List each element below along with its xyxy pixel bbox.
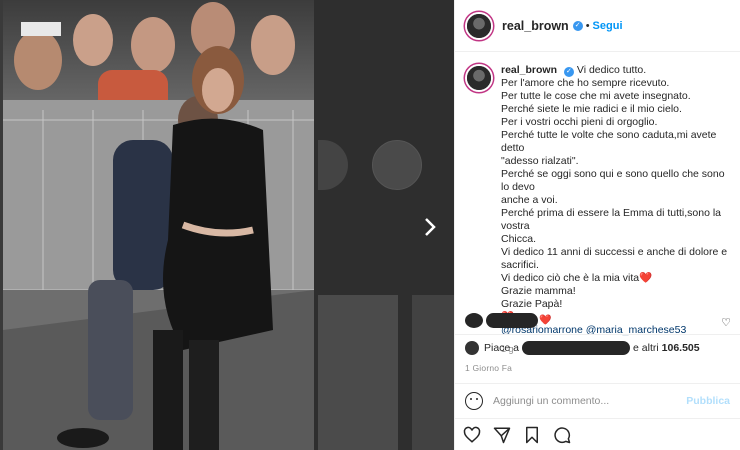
caption-line: Per i vostri occhi pieni di orgoglio.	[501, 116, 658, 128]
post-header: real_brown ✓ • Segui	[455, 0, 740, 52]
chevron-right-icon[interactable]	[420, 215, 440, 239]
header-username[interactable]: real_brown	[502, 19, 569, 33]
caption-line: Vi dedico ciò che è la mia vita	[501, 272, 640, 284]
avatar[interactable]	[465, 64, 493, 92]
follow-button[interactable]: Segui	[593, 20, 623, 32]
background-thumbnail	[412, 295, 454, 450]
likes-suffix: e altri	[633, 342, 659, 354]
caption-line: Chicca.	[501, 233, 537, 245]
post-panel: real_brown ✓ • Segui real_brown ✓ Vi ded…	[454, 0, 740, 450]
caption-line: Perché prima di essere la Emma di tutti,…	[501, 207, 722, 232]
like-comment-icon[interactable]: ♡	[721, 316, 731, 329]
share-icon[interactable]	[493, 426, 511, 444]
avatar	[465, 341, 479, 355]
caption-line: Per tutte le cose che mi avete insegnato…	[501, 90, 691, 102]
caption-line: Vi dedico 11 anni di successi e anche di…	[501, 246, 728, 271]
separator-dot: •	[585, 19, 590, 32]
comment-input[interactable]	[493, 394, 687, 407]
comment-box: Pubblica	[455, 383, 740, 417]
caption-line: Perché siete le mie radici e il mio ciel…	[501, 103, 682, 115]
bookmark-icon[interactable]	[523, 426, 541, 444]
post-image	[3, 0, 314, 450]
caption-line: "adesso rialzati".	[501, 155, 579, 167]
redacted-text	[486, 312, 538, 328]
likes-row[interactable]: Piace a e altri 106.505	[465, 341, 730, 355]
comments-section: real_brown ✓ Vi dedico tutto. Per l'amor…	[455, 52, 740, 354]
concert-photo	[3, 0, 314, 450]
caption-username[interactable]: real_brown	[501, 64, 557, 76]
caption-line: Perché se oggi sono qui e sono quello ch…	[501, 168, 725, 193]
redacted-comment: ❤️	[465, 312, 551, 328]
redacted-avatar	[465, 312, 483, 328]
likes-section: Piace a e altri 106.505 1 Giorno Fa	[455, 334, 740, 379]
publish-button[interactable]: Pubblica	[686, 395, 730, 407]
emoji-icon[interactable]	[465, 391, 483, 410]
post-date: 1 Giorno Fa	[465, 363, 513, 373]
verified-icon: ✓	[572, 20, 583, 31]
redacted-liker	[522, 341, 631, 355]
verified-icon: ✓	[563, 67, 574, 77]
avatar[interactable]	[465, 11, 493, 40]
likes-count[interactable]: 106.505	[662, 342, 700, 354]
caption-line: Grazie mamma!	[501, 285, 576, 297]
background-avatar	[372, 140, 422, 190]
action-bar	[455, 418, 740, 450]
heart-icon[interactable]	[463, 426, 481, 444]
caption-line: Grazie Papà!	[501, 298, 563, 310]
caption-line: Vi dedico tutto.	[576, 64, 647, 76]
heart-emoji: ❤️	[639, 272, 653, 284]
comment-icon[interactable]	[553, 426, 571, 444]
heart-emoji: ❤️	[539, 314, 552, 326]
likes-prefix: Piace a	[484, 342, 520, 354]
background-thumbnail	[318, 295, 398, 450]
caption-line: Per l'amore che ho sempre ricevuto.	[501, 77, 670, 89]
caption-line: anche a voi.	[501, 194, 558, 206]
caption-line: Perché tutte le volte che sono caduta,mi…	[501, 129, 717, 154]
